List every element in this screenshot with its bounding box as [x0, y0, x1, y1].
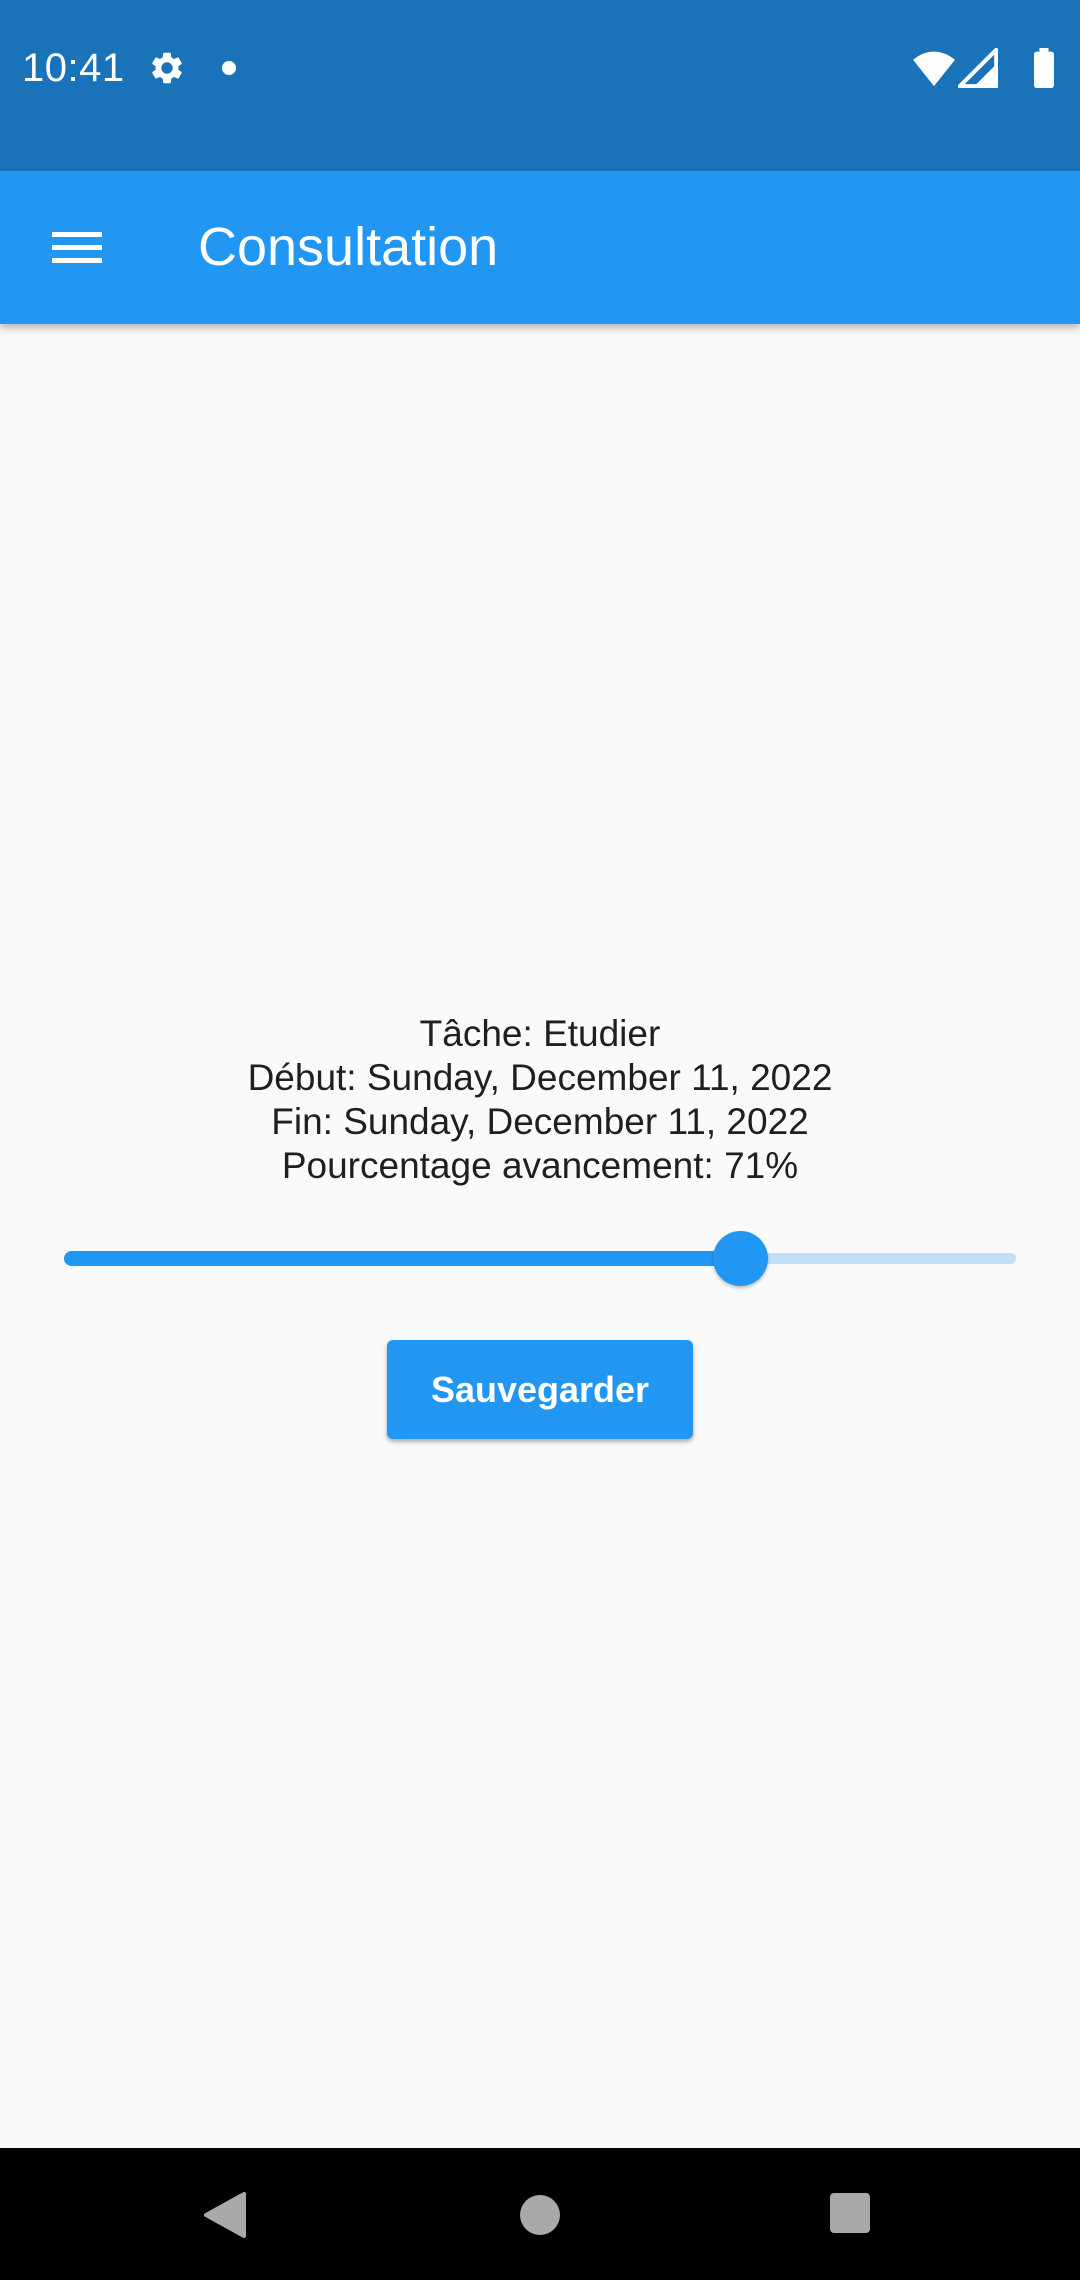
signal-icon	[958, 48, 998, 88]
gear-icon	[152, 52, 182, 84]
app-bar: Consultation	[0, 171, 1080, 324]
battery-icon	[1034, 48, 1054, 88]
task-info: Tâche: Etudier Début: Sunday, December 1…	[0, 1012, 1080, 1188]
status-bar: 10:41	[0, 0, 1080, 171]
recents-icon[interactable]	[830, 2193, 870, 2233]
home-icon[interactable]	[520, 2195, 560, 2235]
task-name: Tâche: Etudier	[419, 1013, 661, 1054]
notification-dot-icon	[222, 61, 236, 75]
task-end-date: Fin: Sunday, December 11, 2022	[271, 1101, 809, 1142]
page-title: Consultation	[198, 217, 499, 277]
navigation-bar	[0, 2148, 1080, 2280]
wifi-icon	[913, 51, 955, 87]
slider-thumb[interactable]	[713, 1231, 768, 1286]
save-button[interactable]: Sauvegarder	[387, 1340, 693, 1439]
slider-active-track[interactable]	[64, 1251, 740, 1266]
task-start-date: Début: Sunday, December 11, 2022	[247, 1057, 833, 1098]
status-time: 10:41	[22, 46, 125, 90]
back-icon[interactable]	[202, 2190, 246, 2240]
hamburger-menu-icon[interactable]	[38, 213, 116, 283]
status-icons	[912, 48, 1062, 88]
task-progress-text: Pourcentage avancement: 71%	[281, 1145, 799, 1186]
progress-slider[interactable]	[64, 1229, 1016, 1289]
